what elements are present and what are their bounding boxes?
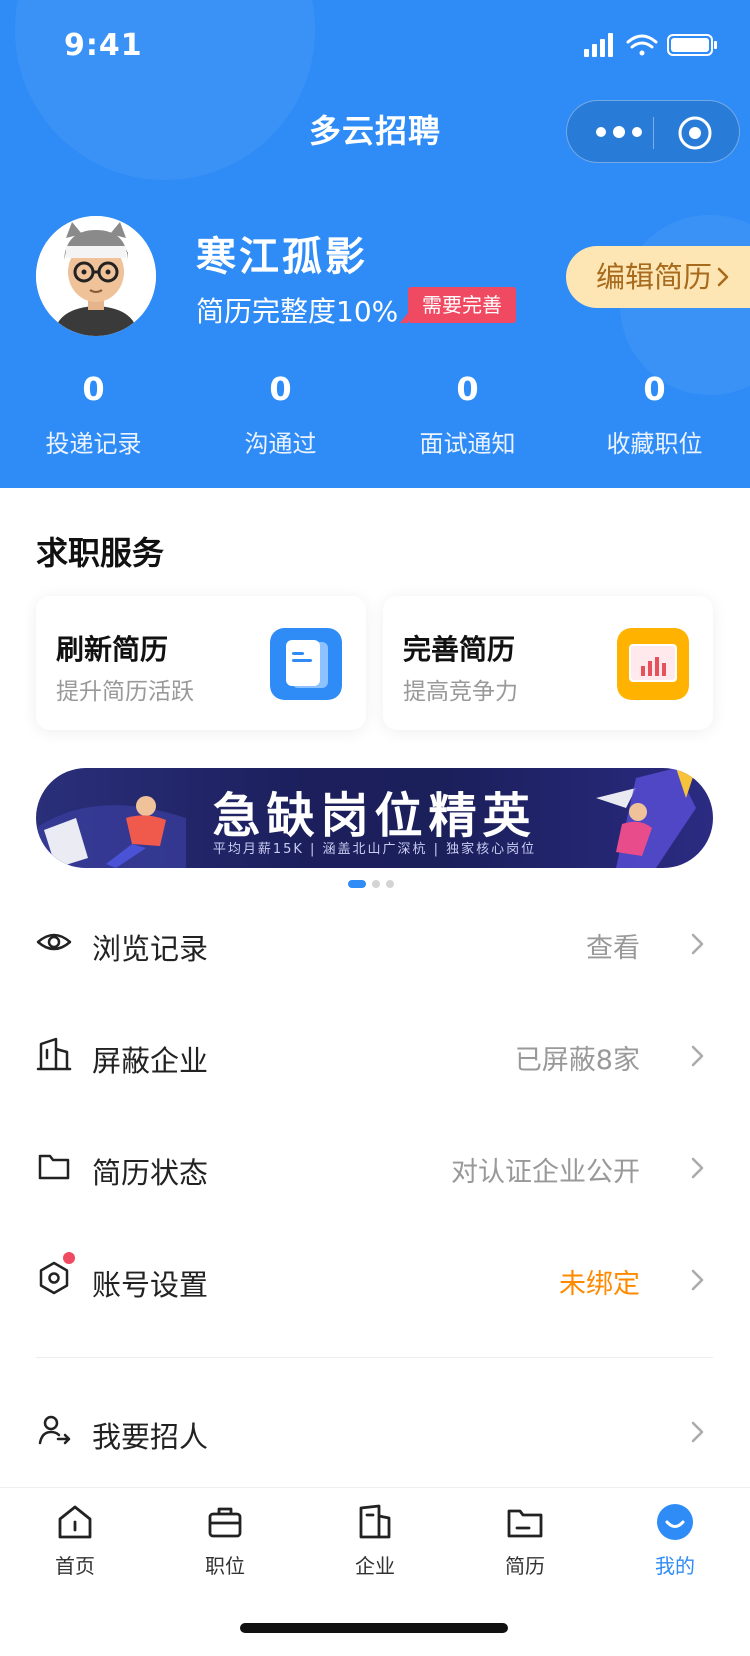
stat-saved-jobs[interactable]: 0 收藏职位 xyxy=(561,370,748,459)
status-icons xyxy=(584,33,717,57)
wifi-icon xyxy=(626,34,658,56)
building-icon xyxy=(36,1037,72,1071)
tab-label: 简历 xyxy=(505,1554,545,1578)
resume-completeness: 简历完整度10% xyxy=(196,295,399,328)
stat-communicated[interactable]: 0 沟通过 xyxy=(187,370,374,459)
avatar-illustration xyxy=(36,216,156,336)
capsule-divider xyxy=(653,117,654,149)
notification-dot xyxy=(63,1252,75,1264)
close-target-icon[interactable] xyxy=(677,115,713,151)
chevron-right-icon xyxy=(691,1045,704,1067)
menu-account-settings[interactable]: 账号设置 未绑定 xyxy=(0,1224,750,1336)
menu-label: 我要招人 xyxy=(92,1420,209,1454)
tab-mine[interactable]: 我的 xyxy=(600,1502,750,1594)
briefcase-icon xyxy=(208,1507,242,1538)
stat-delivery-records[interactable]: 0 投递记录 xyxy=(0,370,187,459)
stat-label: 沟通过 xyxy=(244,430,317,458)
folder-icon xyxy=(38,1154,70,1180)
menu-value: 查看 xyxy=(586,933,640,964)
menu-label: 账号设置 xyxy=(92,1268,209,1302)
menu-resume-status[interactable]: 简历状态 对认证企业公开 xyxy=(0,1112,750,1224)
stat-count: 0 xyxy=(456,370,479,408)
pagination-dot-active xyxy=(348,880,366,888)
stat-count: 0 xyxy=(269,370,292,408)
banner-pagination xyxy=(348,880,408,888)
card-title: 刷新简历 xyxy=(56,633,169,666)
menu-blocked-companies[interactable]: 屏蔽企业 已屏蔽8家 xyxy=(0,1000,750,1112)
menu-value: 未绑定 xyxy=(559,1269,640,1300)
card-subtitle: 提升简历活跃 xyxy=(56,679,194,705)
menu-label: 屏蔽企业 xyxy=(92,1044,209,1078)
header-decoration xyxy=(15,0,315,180)
tab-resume[interactable]: 简历 xyxy=(450,1502,600,1594)
banner-title: 急缺岗位精英 xyxy=(212,788,537,844)
more-icon[interactable] xyxy=(591,117,651,147)
complete-resume-card[interactable]: 完善简历 提高竞争力 xyxy=(383,596,713,730)
edit-resume-label: 编辑简历 xyxy=(596,260,713,294)
recruiter-icon xyxy=(38,1415,71,1445)
tab-jobs[interactable]: 职位 xyxy=(150,1502,300,1594)
banner-subtitle: 平均月薪15K | 涵盖北山广深杭 | 独家核心岗位 xyxy=(212,842,537,857)
menu-label: 简历状态 xyxy=(92,1156,209,1190)
menu-recruit[interactable]: 我要招人 xyxy=(0,1376,750,1488)
home-indicator xyxy=(240,1623,508,1633)
tab-label: 企业 xyxy=(355,1554,395,1578)
settings-icon xyxy=(39,1261,69,1295)
stat-label: 面试通知 xyxy=(419,430,516,458)
stat-count: 0 xyxy=(643,370,666,408)
company-icon xyxy=(359,1504,391,1539)
stat-interview-notices[interactable]: 0 面试通知 xyxy=(374,370,561,459)
card-title: 完善简历 xyxy=(403,633,516,666)
home-icon xyxy=(58,1505,92,1539)
stat-label: 收藏职位 xyxy=(606,430,703,458)
card-subtitle: 提高竞争力 xyxy=(403,679,518,705)
tab-label: 职位 xyxy=(205,1554,245,1578)
stat-label: 投递记录 xyxy=(45,430,142,458)
edit-resume-button[interactable]: 编辑简历 xyxy=(566,246,750,308)
menu-value: 对认证企业公开 xyxy=(451,1157,640,1188)
tab-home[interactable]: 首页 xyxy=(0,1502,150,1594)
chevron-right-icon xyxy=(691,1269,704,1291)
status-time: 9:41 xyxy=(64,28,143,63)
needs-improvement-badge: 需要完善 xyxy=(400,287,516,323)
menu-divider xyxy=(36,1357,713,1358)
chevron-right-icon xyxy=(691,1157,704,1179)
pagination-dot xyxy=(372,880,380,888)
tab-label: 我的 xyxy=(655,1554,695,1578)
tab-label: 首页 xyxy=(55,1554,95,1578)
menu-value: 已屏蔽8家 xyxy=(514,1045,640,1076)
resume-doc-icon xyxy=(270,628,342,700)
miniprogram-capsule xyxy=(566,100,740,163)
refresh-resume-card[interactable]: 刷新简历 提升简历活跃 xyxy=(36,596,366,730)
promo-banner[interactable]: 急缺岗位精英 平均月薪15K | 涵盖北山广深杭 | 独家核心岗位 xyxy=(36,768,713,868)
pagination-dot xyxy=(386,880,394,888)
menu-browse-history[interactable]: 浏览记录 查看 xyxy=(0,888,750,1000)
chart-board-icon xyxy=(617,628,689,700)
menu-label: 浏览记录 xyxy=(92,932,209,966)
chevron-right-icon xyxy=(717,267,729,287)
profile-header: 9:41 多云招聘 寒江孤影 简历完整度10% 需要完善 编辑简历 0 投递记录… xyxy=(0,0,750,488)
chevron-right-icon xyxy=(691,1421,704,1443)
signal-icon xyxy=(584,33,613,57)
user-name: 寒江孤影 xyxy=(196,234,368,280)
tab-companies[interactable]: 企业 xyxy=(300,1502,450,1594)
resume-folder-icon xyxy=(507,1509,543,1538)
profile-smile-icon xyxy=(657,1504,693,1540)
avatar[interactable] xyxy=(36,216,156,336)
chevron-right-icon xyxy=(691,933,704,955)
stat-count: 0 xyxy=(82,370,105,408)
battery-icon xyxy=(667,34,717,56)
services-section-title: 求职服务 xyxy=(36,534,165,572)
eye-icon xyxy=(36,933,72,951)
